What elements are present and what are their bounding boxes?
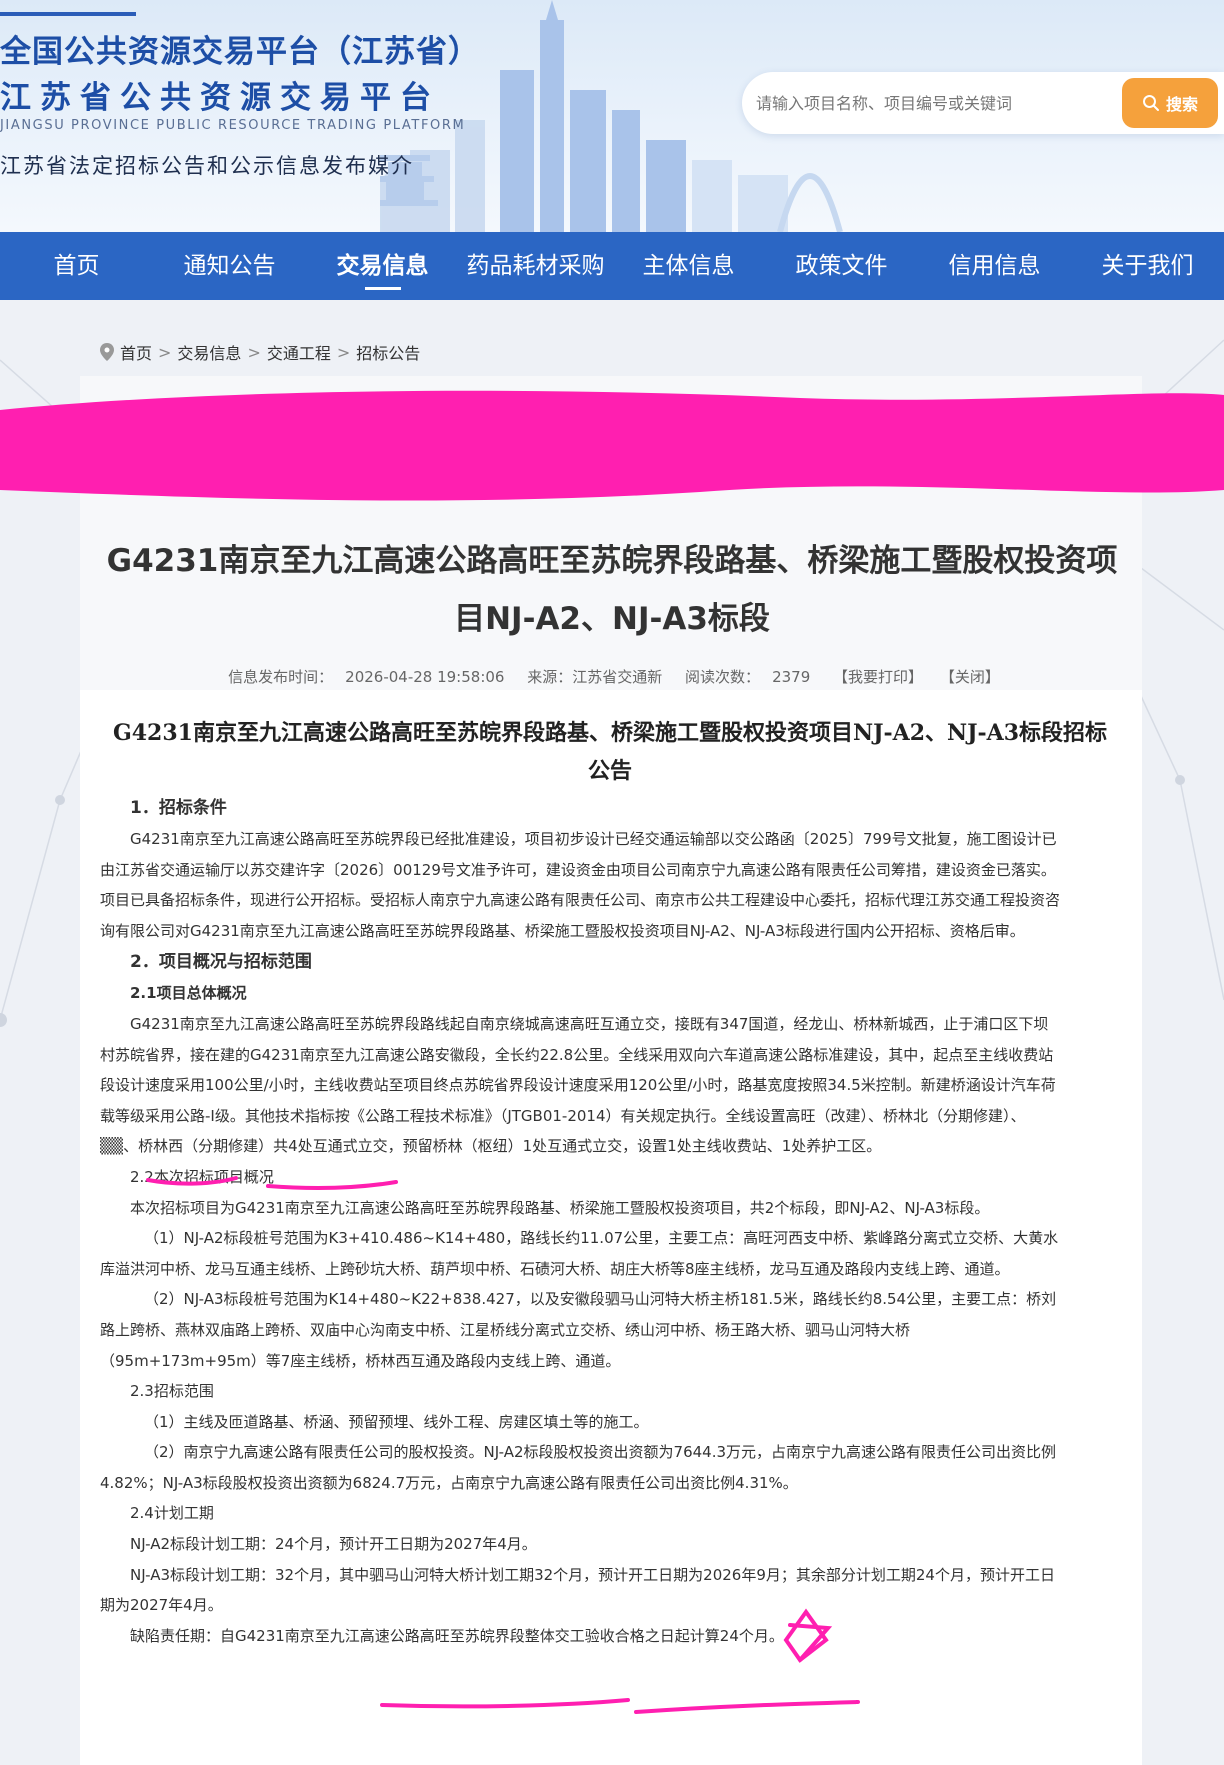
nav-item-drug-procurement[interactable]: 药品耗材采购 — [459, 232, 612, 300]
search-input[interactable] — [756, 72, 1056, 134]
search-bar: 搜索 — [742, 72, 1224, 134]
breadcrumb-separator: > — [247, 342, 261, 362]
platform-title-english: JIANGSU PROVINCE PUBLIC RESOURCE TRADING… — [0, 118, 466, 133]
print-link[interactable]: 【我要打印】 — [833, 668, 923, 686]
publish-time: 2026-04-28 19:58:06 — [345, 668, 505, 686]
section-heading: 1．招标条件 — [130, 798, 227, 818]
subsection-heading: 2.3招标范围 — [130, 1382, 214, 1401]
breadcrumb: 首页 > 交易信息 > 交通工程 > 招标公告 — [100, 340, 420, 364]
paragraph: （1）NJ-A2标段桩号范围为K3+410.486~K14+480，路线长约11… — [100, 1229, 1059, 1278]
nav-item-entity-info[interactable]: 主体信息 — [612, 232, 765, 300]
view-count: 2379 — [772, 668, 811, 686]
notice-title: G4231南京至九江高速公路高旺至苏皖界段路基、桥梁施工暨股权投资项目NJ-A2… — [112, 720, 1108, 784]
close-link[interactable]: 【关闭】 — [940, 668, 1000, 686]
paragraph: G4231南京至九江高速公路高旺至苏皖界段路线起自南京绕城高速高旺互通立交，接既… — [100, 1014, 1056, 1156]
subsection-heading: 2.2本次招标项目概况 — [130, 1167, 274, 1186]
article-meta: 信息发布时间： 2026-04-28 19:58:06 来源：江苏省交通新 阅读次… — [80, 666, 1142, 687]
paragraph: 缺陷责任期：自G4231南京至九江高速公路高旺至苏皖界段整体交工验收合格之日起计… — [130, 1626, 784, 1645]
breadcrumb-tender-notice[interactable]: 招标公告 — [356, 340, 420, 364]
paragraph: NJ-A3标段计划工期：32个月，其中驷马山河特大桥计划工期32个月，预计开工日… — [100, 1565, 1055, 1615]
nav-item-home[interactable]: 首页 — [0, 232, 153, 300]
search-button[interactable]: 搜索 — [1122, 78, 1218, 128]
paragraph: NJ-A2标段计划工期：24个月，预计开工日期为2027年4月。 — [130, 1535, 537, 1554]
notice-body: 1．招标条件 G4231南京至九江高速公路高旺至苏皖界段已经批准建设，项目初步设… — [100, 792, 1060, 1651]
redaction-scribble — [0, 390, 1224, 501]
media-statement: 江苏省法定招标公告和公示信息发布媒介 — [0, 154, 414, 178]
publish-time-label: 信息发布时间： — [228, 668, 334, 686]
nav-item-notices[interactable]: 通知公告 — [153, 232, 306, 300]
nav-item-policy[interactable]: 政策文件 — [765, 232, 918, 300]
subsection-heading: 2.4计划工期 — [130, 1504, 214, 1523]
platform-title-province: 江苏省公共资源交易平台 — [0, 80, 440, 116]
search-button-label: 搜索 — [1165, 97, 1198, 114]
nav-item-credit[interactable]: 信用信息 — [918, 232, 1071, 300]
paragraph: G4231南京至九江高速公路高旺至苏皖界段已经批准建设，项目初步设计已经交通运输… — [100, 830, 1061, 940]
breadcrumb-separator: > — [158, 342, 172, 362]
main-nav: 首页 通知公告 交易信息 药品耗材采购 主体信息 政策文件 信用信息 关于我们 — [0, 232, 1224, 300]
article-source: 来源：江苏省交通新 — [527, 668, 663, 686]
search-icon — [1142, 95, 1159, 111]
breadcrumb-trading-info[interactable]: 交易信息 — [177, 340, 241, 364]
paragraph: （2）NJ-A3标段桩号范围为K14+480~K22+838.427，以及安徽段… — [100, 1290, 1057, 1370]
paragraph: 本次招标项目为G4231南京至九江高速公路高旺至苏皖界段路基、桥梁施工暨股权投资… — [130, 1198, 990, 1217]
platform-title-national: 全国公共资源交易平台（江苏省） — [0, 34, 480, 70]
breadcrumb-separator: > — [336, 342, 351, 362]
article-title: G4231南京至九江高速公路高旺至苏皖界段路基、桥梁施工暨股权投资项目NJ-A2… — [106, 543, 1118, 637]
header-accent-line — [0, 12, 136, 16]
nav-item-trading-info[interactable]: 交易信息 — [306, 232, 459, 300]
nav-item-about[interactable]: 关于我们 — [1071, 232, 1224, 300]
breadcrumb-transport[interactable]: 交通工程 — [267, 340, 331, 364]
paragraph: （2）南京宁九高速公路有限责任公司的股权投资。NJ-A2标段股权投资出资额为76… — [100, 1443, 1057, 1492]
site-header: 全国公共资源交易平台（江苏省） 江苏省公共资源交易平台 JIANGSU PROV… — [0, 0, 1224, 232]
subsection-heading: 2.1项目总体概况 — [130, 984, 247, 1003]
view-count-label: 阅读次数： — [685, 668, 761, 686]
location-pin-icon — [100, 343, 114, 361]
section-heading: 2．项目概况与招标范围 — [130, 952, 312, 973]
breadcrumb-home[interactable]: 首页 — [120, 340, 152, 364]
paragraph: （1）主线及匝道路基、桥涵、预留预埋、线外工程、房建区填土等的施工。 — [144, 1412, 649, 1431]
